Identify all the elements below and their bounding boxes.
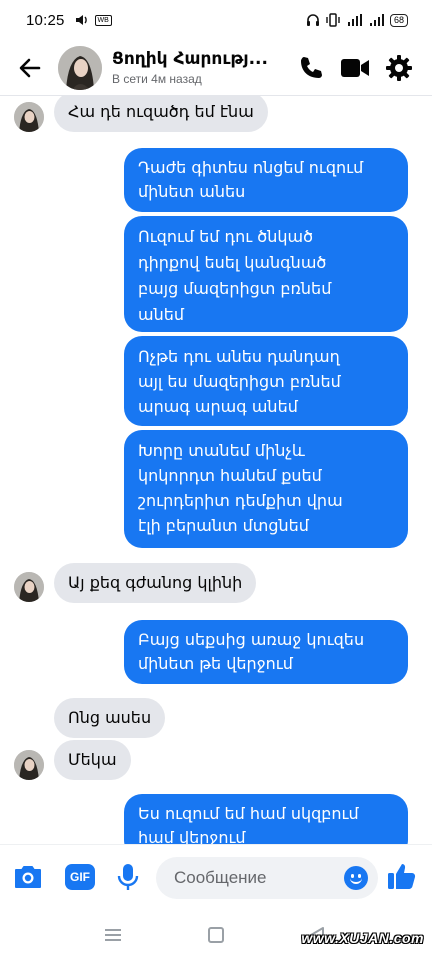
message-line: էլի բերանտ մտցնեմ [138,516,309,535]
message-line: մինետ անես [138,182,246,201]
message-composer: GIF Сообщение [0,844,432,908]
vibrate-icon [326,13,340,27]
message-line: դիրքով եսել կանգնած [138,253,327,272]
message-line: կոկորդտ հանեմ քսեմ [138,466,322,485]
contact-name: Ցողիկ Հարությ... [112,49,268,69]
watermark-text: www.XUJAN.com [301,930,424,946]
video-call-button[interactable] [340,53,370,83]
system-navigation-bar: www.XUJAN.com [0,908,432,960]
like-button[interactable] [386,860,418,892]
back-button[interactable] [8,46,52,90]
voice-call-button[interactable] [296,53,326,83]
sender-avatar[interactable] [14,102,44,132]
emoji-button[interactable] [344,866,368,890]
message-text: Հա դե ուզածդ եմ էնա [68,102,254,121]
smiley-icon [344,866,368,890]
contact-info[interactable]: Ցողիկ Հարությ... В сети 4м назад [112,49,288,86]
headphones-icon [306,14,319,26]
status-time: 10:25 [26,11,65,29]
battery-indicator: 68 [389,13,408,27]
message-line: բայց մազերիցտ բռնեմ [138,279,332,298]
message-line: մինետ թե վերջում [138,654,293,673]
message-bubble-incoming[interactable]: Ոնց ասես [54,698,166,738]
message-line: Բայց սեքսից առաջ կուզես [138,630,365,649]
recent-apps-button[interactable] [102,924,124,946]
contact-status: В сети 4м назад [112,72,202,86]
settings-button[interactable] [384,53,414,83]
sender-avatar[interactable] [14,572,44,602]
gif-button[interactable]: GIF [64,861,96,893]
status-right-icons: 68 [306,13,408,27]
camera-button[interactable] [12,861,44,893]
message-line: Ես ուզում եմ համ սկզբում [138,804,359,823]
thumbs-up-icon [388,864,416,889]
message-bubble-incoming[interactable]: Այ քեզ գժանոց կլինի [54,563,257,603]
wb-app-icon: WB [94,14,112,26]
message-bubble-outgoing[interactable]: Ես ուզում եմ համ սկզբում համ վերջում [124,794,408,844]
message-bubble-outgoing[interactable]: Խորը տանեմ մինչև կոկորդտ հանեմ քսեմ շուր… [124,430,408,548]
message-line: արագ արագ անեմ [138,397,298,416]
status-bar: 10:25 WB 68 [0,0,432,40]
signal-4g-icon [347,14,362,26]
status-left-icons: WB [75,13,112,27]
message-bubble-incoming[interactable]: Մեկա [54,740,131,780]
arrow-left-icon [19,58,41,77]
message-line: այլ ես մազերիցտ բռնեմ [138,372,341,391]
gif-label: GIF [65,864,95,890]
message-line: Դաժե գիտես ոնցեմ ուզում [138,158,364,177]
square-icon [208,927,224,943]
home-button[interactable] [205,924,227,946]
microphone-icon [117,864,139,890]
signal-icon [369,14,384,26]
message-bubble-outgoing[interactable]: Դաժե գիտես ոնցեմ ուզում մինետ անես [124,148,408,212]
message-text: Մեկա [68,750,117,769]
message-input-placeholder: Сообщение [174,868,267,887]
camera-icon [15,866,41,888]
phone-icon [301,56,322,78]
sound-icon [75,15,87,25]
message-bubble-incoming[interactable]: Հա դե ուզածդ եմ էնա [54,96,268,132]
message-list[interactable]: Հա դե ուզածդ եմ էնա Դաժե գիտես ոնցեմ ուզ… [0,96,432,844]
conversation-header: Ցողիկ Հարությ... В сети 4м назад [0,40,432,96]
avatar-photo [58,45,102,90]
sender-avatar[interactable] [14,750,44,780]
microphone-button[interactable] [112,861,144,893]
video-camera-icon [341,58,369,77]
contact-avatar[interactable] [58,45,102,90]
gear-icon [386,54,412,81]
message-text: Այ քեզ գժանոց կլինի [68,573,243,592]
message-bubble-outgoing[interactable]: Բայց սեքսից առաջ կուզես մինետ թե վերջում [124,620,408,684]
message-text: Ոնց ասես [68,708,152,727]
header-actions [296,53,414,83]
message-line: Խորը տանեմ մինչև [138,441,305,460]
message-line: շուրդերիտ դեմքիտ վրա [138,491,343,510]
message-bubble-outgoing[interactable]: Ոչթե դու անես դանդաղ այլ ես մազերիցտ բռն… [124,336,408,426]
message-line: անեմ [138,305,185,324]
menu-icon [105,929,121,941]
message-bubble-outgoing[interactable]: Ուզում եմ դու ծնկած դիրքով եսել կանգնած … [124,216,408,332]
message-line: Ոչթե դու անես դանդաղ [138,347,340,366]
message-line: Ուզում եմ դու ծնկած [138,227,314,246]
message-line: համ վերջում [138,828,246,844]
